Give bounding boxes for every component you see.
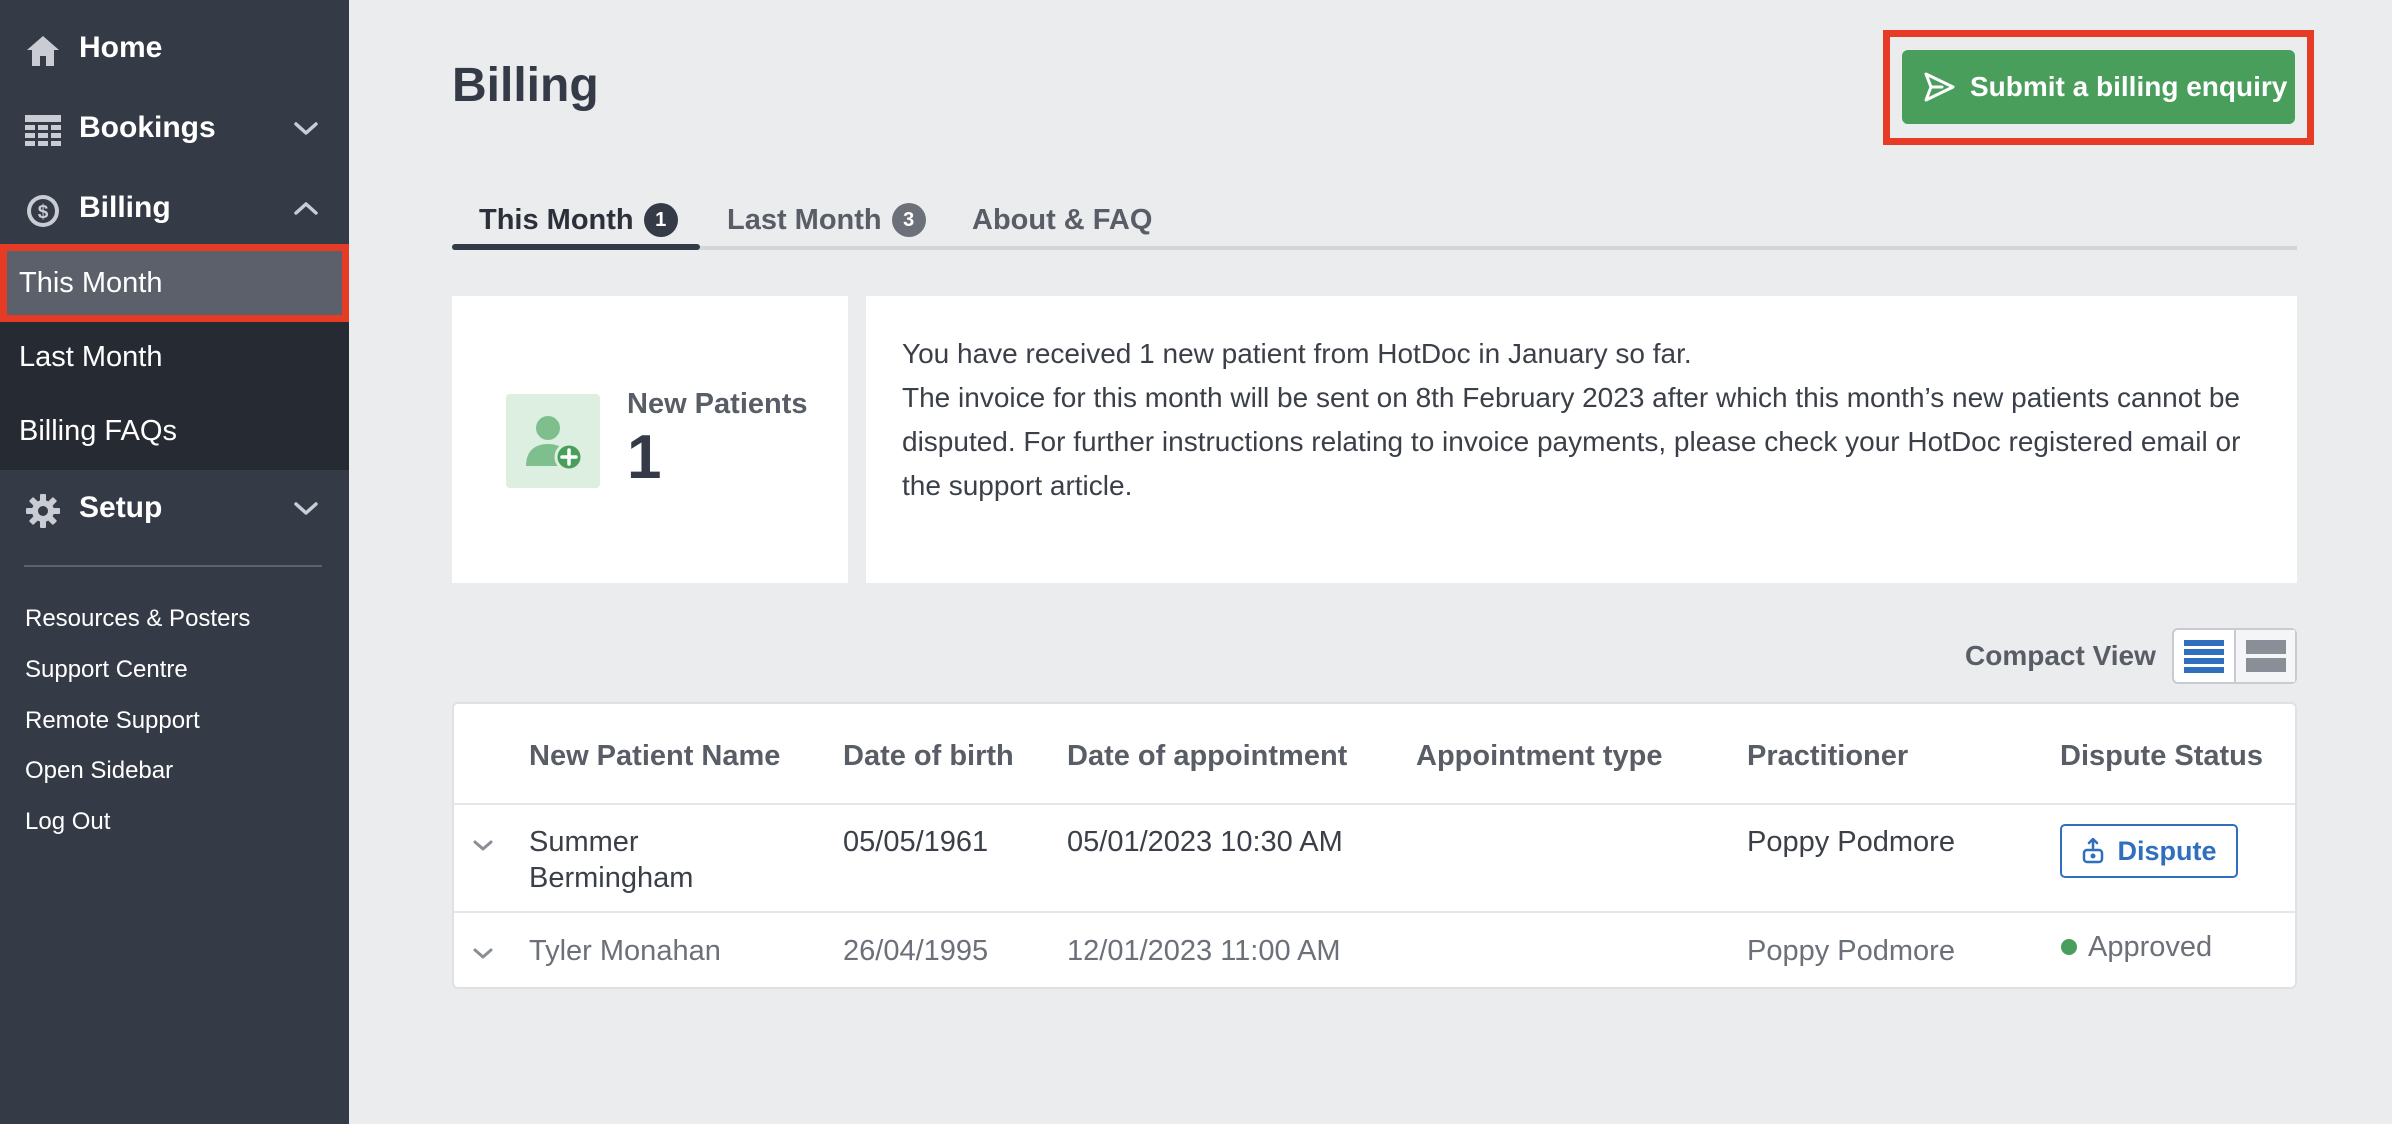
patient-dob: 05/05/1961: [843, 826, 989, 858]
view-toggle: [2172, 628, 2297, 684]
active-tab-indicator: [452, 244, 700, 250]
subnav-last-month[interactable]: Last Month: [0, 322, 349, 392]
compact-view-label: Compact View: [1965, 640, 2156, 671]
subnav-billing-faqs[interactable]: Billing FAQs: [0, 396, 349, 466]
new-patients-table: New Patient Name Date of birth Date of a…: [452, 702, 2297, 989]
sidebar: Home Bookings $ Billing This Month Last …: [0, 0, 349, 1124]
link-remote-support[interactable]: Remote Support: [25, 707, 200, 735]
sidebar-divider: [24, 565, 322, 567]
link-resources-posters[interactable]: Resources & Posters: [25, 605, 250, 633]
patient-dob: 26/04/1995: [843, 935, 989, 967]
patient-first-name: Summer: [529, 826, 639, 858]
nav-bookings-label: Bookings: [79, 111, 216, 144]
col-header-status: Dispute Status: [2060, 740, 2264, 772]
tab-this-month[interactable]: This Month 1: [479, 190, 678, 250]
col-header-dob: Date of birth: [843, 740, 1014, 772]
practitioner-name: Poppy Podmore: [1747, 935, 1955, 967]
tab-last-month[interactable]: Last Month 3: [727, 190, 926, 250]
appointment-date: 12/01/2023 11:00 AM: [1067, 935, 1341, 967]
link-log-out[interactable]: Log Out: [25, 808, 110, 836]
patient-name: Summer Bermingham: [529, 824, 693, 896]
link-support-centre[interactable]: Support Centre: [25, 656, 188, 684]
chevron-down-icon: [294, 502, 318, 515]
page-title: Billing: [452, 59, 599, 112]
subnav-this-month[interactable]: This Month: [0, 244, 349, 322]
home-icon: [24, 32, 62, 70]
tab-count-badge: 3: [891, 203, 926, 237]
new-patients-label: New Patients: [627, 388, 808, 420]
row-divider: [454, 911, 2295, 913]
nav-setup[interactable]: Setup: [0, 476, 349, 540]
dispute-status-approved: Approved: [2088, 931, 2213, 963]
list-compact-icon: [2184, 640, 2225, 673]
tab-last-month-label: Last Month: [727, 203, 882, 236]
chevron-down-icon[interactable]: [470, 836, 496, 856]
billing-info-text: You have received 1 new patient from Hot…: [902, 332, 2282, 508]
approved-status-dot: [2061, 939, 2077, 955]
billing-submenu: This Month Last Month Billing FAQs: [0, 244, 349, 470]
tab-about-faq[interactable]: About & FAQ: [972, 190, 1152, 250]
nav-billing-label: Billing: [79, 191, 171, 224]
col-header-type: Appointment type: [1416, 740, 1663, 772]
compact-view-button[interactable]: [2174, 630, 2234, 682]
nav-billing[interactable]: $ Billing: [0, 176, 349, 240]
submit-billing-enquiry-button[interactable]: Submit a billing enquiry: [1902, 50, 2295, 124]
nav-home[interactable]: Home: [0, 16, 349, 80]
col-header-practitioner: Practitioner: [1747, 740, 1909, 772]
chevron-up-icon: [294, 202, 318, 215]
practitioner-name: Poppy Podmore: [1747, 826, 1955, 858]
tab-about-faq-label: About & FAQ: [972, 203, 1153, 236]
tab-this-month-label: This Month: [479, 203, 634, 236]
nav-bookings[interactable]: Bookings: [0, 96, 349, 160]
chevron-down-icon[interactable]: [470, 944, 496, 964]
nav-home-label: Home: [79, 31, 163, 64]
link-open-sidebar[interactable]: Open Sidebar: [25, 757, 173, 785]
chevron-down-icon: [294, 122, 318, 135]
billing-info-line2: The invoice for this month will be sent …: [902, 382, 2241, 501]
nav-setup-label: Setup: [79, 491, 163, 524]
col-header-name: New Patient Name: [529, 740, 781, 772]
table-grid-icon: [24, 112, 62, 150]
submit-billing-enquiry-label: Submit a billing enquiry: [1970, 71, 2288, 102]
svg-text:$: $: [38, 202, 49, 223]
patient-last-name: Bermingham: [529, 862, 694, 894]
gear-icon: [24, 492, 62, 530]
new-patients-count: 1: [627, 423, 662, 492]
dispute-hand-icon: [2083, 838, 2104, 864]
dispute-button[interactable]: Dispute: [2060, 824, 2238, 878]
row-divider: [454, 803, 2295, 805]
col-header-appointment: Date of appointment: [1067, 740, 1348, 772]
add-patient-icon: [506, 394, 600, 488]
list-expanded-icon: [2245, 640, 2286, 672]
expanded-view-button[interactable]: [2234, 630, 2295, 682]
dollar-coin-icon: $: [24, 192, 62, 230]
send-icon: [1924, 72, 1955, 102]
appointment-date: 05/01/2023 10:30 AM: [1067, 826, 1343, 858]
tab-count-badge: 1: [643, 203, 678, 237]
dispute-button-label: Dispute: [2117, 835, 2217, 866]
billing-info-line1: You have received 1 new patient from Hot…: [902, 338, 1692, 369]
patient-name: Tyler Monahan: [529, 935, 721, 967]
